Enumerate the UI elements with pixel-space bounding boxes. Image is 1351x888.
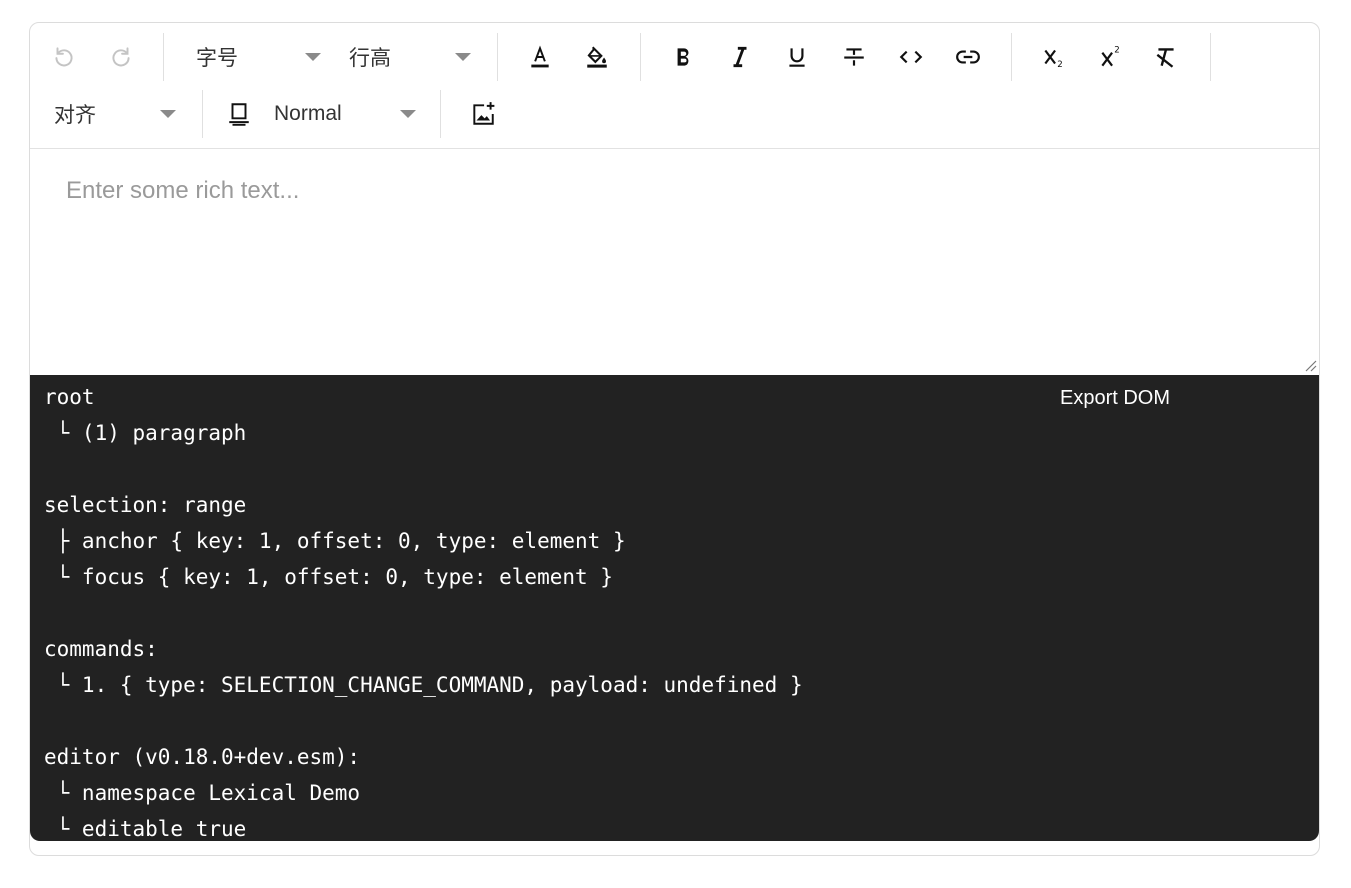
chevron-down-icon bbox=[400, 110, 416, 118]
debug-tree-output: root └ (1) paragraph selection: range ├ … bbox=[30, 375, 1319, 841]
font-color-icon bbox=[531, 45, 549, 68]
debug-line bbox=[44, 451, 1305, 487]
subscript-button[interactable]: 2 bbox=[1030, 29, 1078, 85]
italic-button[interactable] bbox=[716, 29, 764, 85]
block-type-select[interactable]: Normal bbox=[226, 86, 416, 142]
debug-line: └ (1) paragraph bbox=[44, 421, 247, 445]
font-size-label: 字号 bbox=[196, 47, 238, 70]
svg-text:2: 2 bbox=[1057, 60, 1063, 70]
debug-line: editor (v0.18.0+dev.esm): bbox=[44, 745, 361, 769]
export-dom-button[interactable]: Export DOM bbox=[1060, 387, 1170, 410]
text-color-button[interactable] bbox=[516, 29, 564, 85]
clear-format-button[interactable] bbox=[1142, 29, 1190, 85]
line-height-label: 行高 bbox=[349, 47, 391, 70]
toolbar-divider bbox=[440, 90, 441, 138]
debug-line: └ 1. { type: SELECTION_CHANGE_COMMAND, p… bbox=[44, 673, 803, 697]
underline-button[interactable] bbox=[773, 29, 821, 85]
debug-line: └ namespace Lexical Demo bbox=[44, 781, 361, 805]
redo-button[interactable] bbox=[97, 29, 145, 85]
debug-line bbox=[44, 595, 1305, 631]
link-icon bbox=[956, 50, 980, 64]
toolbar: 字号 行高 2 2 对齐 Normal bbox=[30, 23, 1319, 149]
bold-icon bbox=[677, 48, 689, 66]
chevron-down-icon bbox=[160, 110, 176, 118]
debug-line: └ focus { key: 1, offset: 0, type: eleme… bbox=[44, 565, 613, 589]
toolbar-divider bbox=[640, 33, 641, 81]
font-size-select[interactable]: 字号 bbox=[196, 29, 321, 85]
subscript-icon: 2 bbox=[1044, 49, 1063, 70]
align-label: 对齐 bbox=[54, 104, 96, 127]
tree-view-panel: Export DOM root └ (1) paragraph selectio… bbox=[30, 375, 1319, 841]
rich-text-editor: 字号 行高 2 2 对齐 Normal Enter some rich text… bbox=[29, 22, 1320, 856]
insert-image-icon bbox=[473, 102, 495, 125]
redo-icon bbox=[112, 47, 130, 67]
chevron-down-icon bbox=[305, 53, 321, 61]
strikethrough-button[interactable] bbox=[830, 29, 878, 85]
debug-line bbox=[44, 703, 1305, 739]
link-button[interactable] bbox=[944, 29, 992, 85]
editor-placeholder: Enter some rich text... bbox=[66, 177, 300, 204]
toolbar-divider bbox=[1210, 33, 1211, 81]
toolbar-divider bbox=[202, 90, 203, 138]
bold-button[interactable] bbox=[659, 29, 707, 85]
line-height-select[interactable]: 行高 bbox=[349, 29, 471, 85]
debug-line: └ editable true bbox=[44, 817, 247, 841]
background-color-button[interactable] bbox=[573, 29, 621, 85]
italic-icon bbox=[733, 46, 747, 68]
clear-format-icon bbox=[1156, 48, 1174, 68]
undo-icon bbox=[55, 47, 73, 67]
debug-line: selection: range bbox=[44, 493, 247, 517]
code-button[interactable] bbox=[887, 29, 935, 85]
toolbar-divider bbox=[497, 33, 498, 81]
insert-image-button[interactable] bbox=[459, 86, 507, 142]
paint-bucket-icon bbox=[587, 46, 607, 68]
align-select[interactable]: 对齐 bbox=[54, 86, 176, 142]
svg-text:2: 2 bbox=[1114, 46, 1120, 56]
code-icon bbox=[899, 50, 923, 64]
debug-line: commands: bbox=[44, 637, 158, 661]
superscript-button[interactable]: 2 bbox=[1087, 29, 1135, 85]
superscript-icon: 2 bbox=[1101, 46, 1120, 67]
underline-icon bbox=[789, 48, 805, 67]
toolbar-divider bbox=[163, 33, 164, 81]
debug-line: ├ anchor { key: 1, offset: 0, type: elem… bbox=[44, 529, 626, 553]
chevron-down-icon bbox=[455, 53, 471, 61]
undo-button[interactable] bbox=[40, 29, 88, 85]
strikethrough-icon bbox=[844, 48, 864, 66]
toolbar-divider bbox=[1011, 33, 1012, 81]
block-type-value: Normal bbox=[274, 102, 342, 125]
editor-content[interactable]: Enter some rich text... bbox=[30, 149, 1319, 375]
resize-handle-icon[interactable] bbox=[1303, 358, 1317, 372]
block-type-icon bbox=[229, 103, 249, 126]
